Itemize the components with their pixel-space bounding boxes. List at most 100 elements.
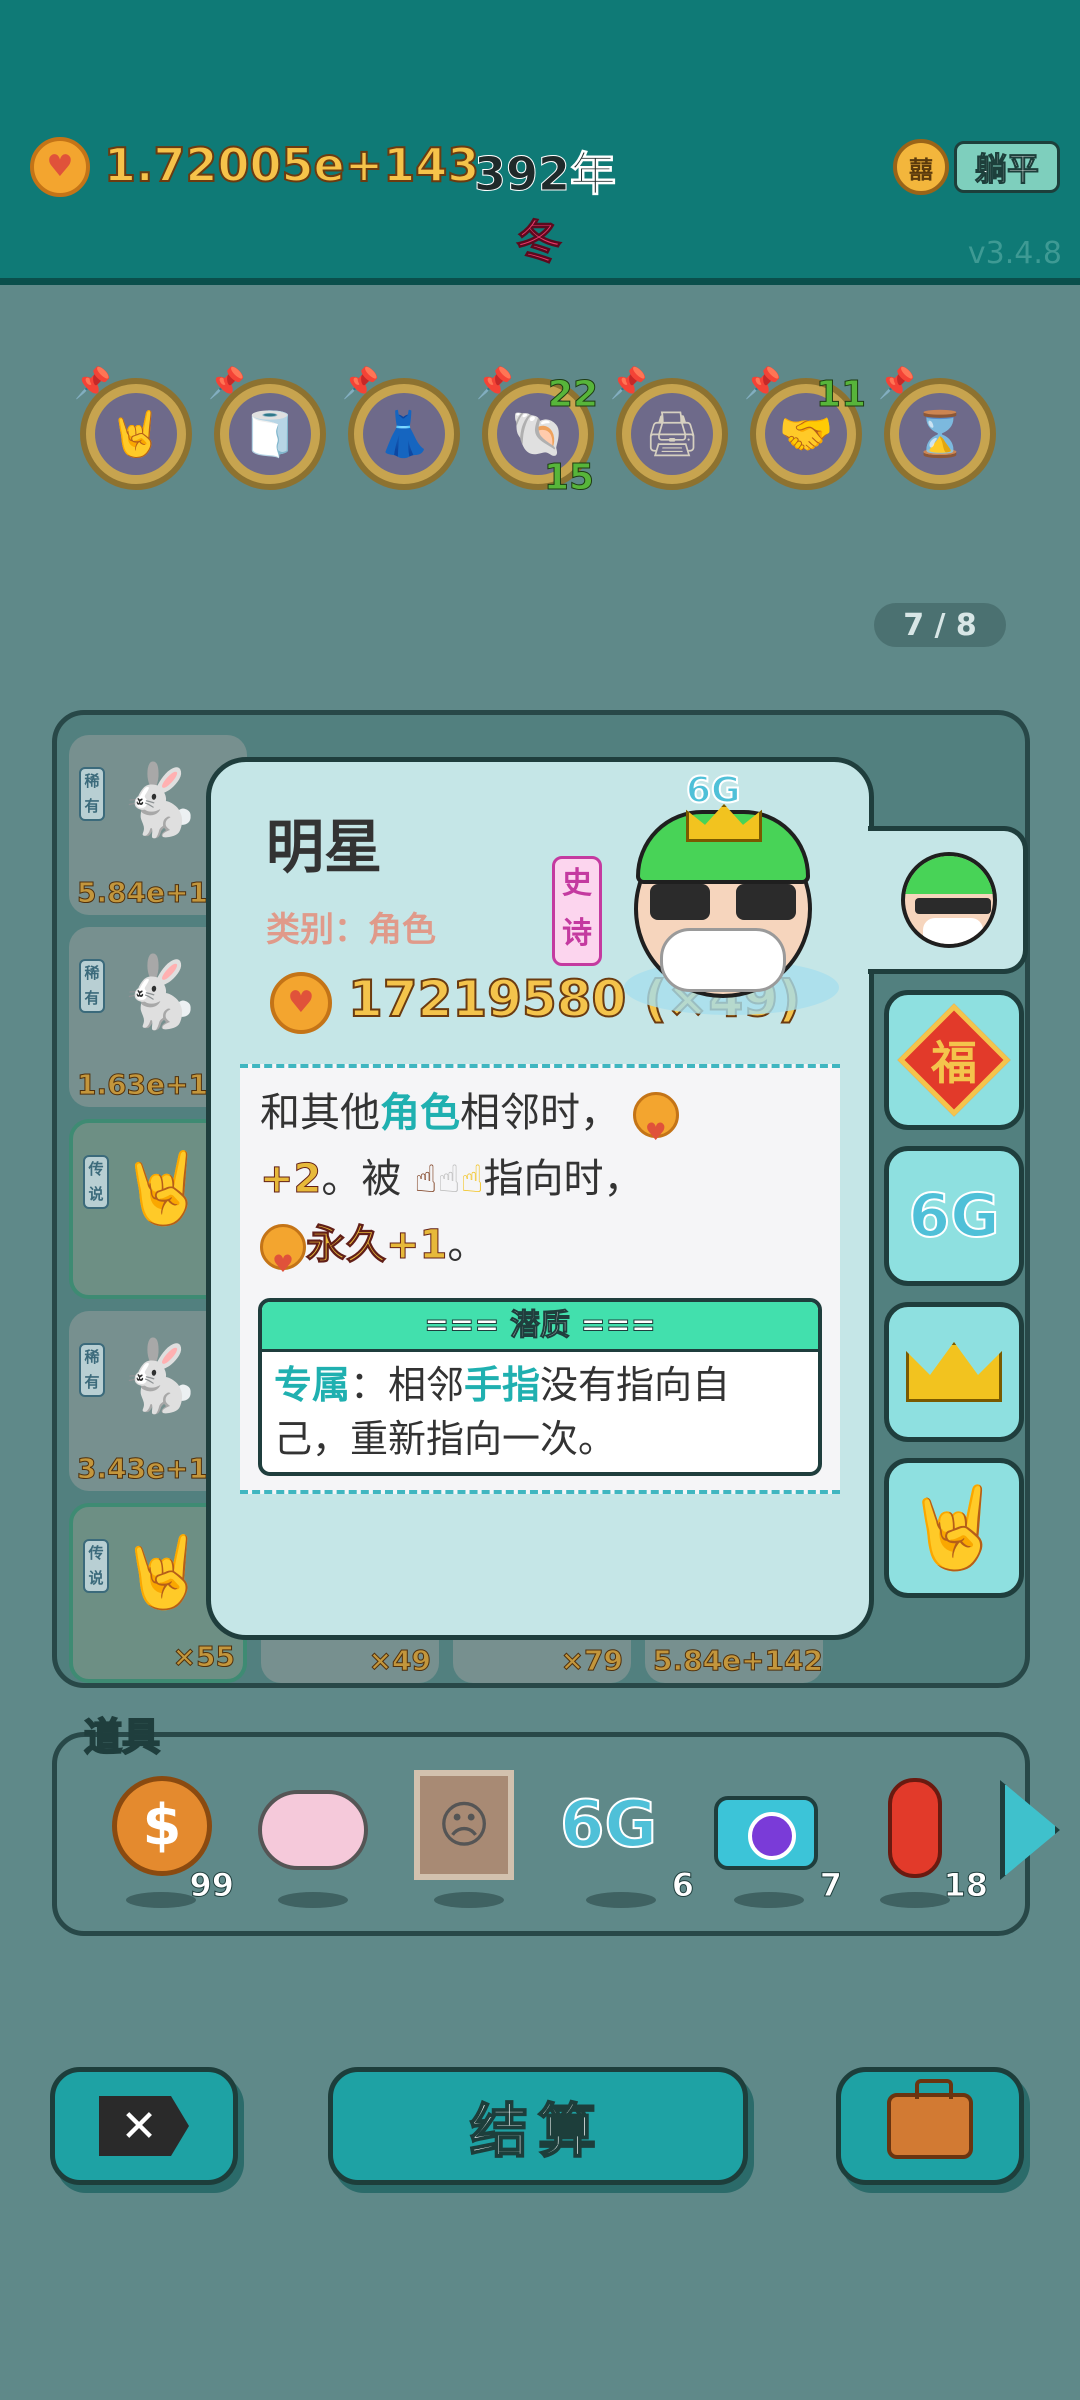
relic-rock-hand[interactable]: 📌 🤘 <box>74 366 192 490</box>
season-label: 冬 <box>516 215 563 270</box>
rock-hand-icon: 🤘 <box>95 393 177 475</box>
character-name: 明星 <box>266 813 383 881</box>
coin-total: 1.72005e+143 <box>103 137 480 193</box>
dollar-coin-icon: $ <box>112 1776 212 1876</box>
tab-6g[interactable]: 6G <box>884 1146 1024 1286</box>
pin-icon: 📌 <box>878 366 916 401</box>
description-text: 和其他角色相邻时， +2。被 ☝☝☝指向时，永久+1。 <box>259 1080 820 1297</box>
item-count: 6 <box>671 1866 694 1905</box>
items-label: 道具 <box>83 1714 161 1760</box>
bonus-value: +2 <box>259 1156 322 1203</box>
relic-counter-top: 22 <box>547 374 598 416</box>
printer-icon: 🖨 <box>631 393 713 475</box>
character-portrait-icon <box>901 852 997 948</box>
rarity-badge: 史诗 <box>552 856 602 966</box>
pointing-finger-brown-icon: ☝ <box>414 1157 438 1201</box>
discard-icon: ✕ <box>99 2096 189 2156</box>
relic-shell[interactable]: 📌 🐚 22 15 <box>476 366 599 499</box>
item-6g[interactable]: 6G 6 <box>559 1770 695 1908</box>
keyword-character: 角色 <box>380 1090 460 1136</box>
pin-icon: 📌 <box>208 366 246 401</box>
version-label: v3.4.8 <box>967 236 1062 271</box>
settle-button[interactable]: 结算 <box>328 2067 748 2185</box>
relic-time-poster[interactable]: 📌 ⌛ <box>878 366 996 490</box>
bag-button[interactable] <box>836 2067 1024 2185</box>
trait-text: 专属：相邻手指没有指向自己，重新指向一次。 <box>274 1363 731 1461</box>
item-chili-pepper[interactable]: 18 <box>860 1770 988 1908</box>
framed-portrait-icon: ☹ <box>414 1770 514 1880</box>
rarity-tag: 传说 <box>83 1155 109 1209</box>
crown-icon <box>906 1342 1002 1402</box>
coin-icon <box>270 972 332 1034</box>
tab-fu-charm[interactable]: 福 <box>884 990 1024 1130</box>
permanent-bonus: 永久+1 <box>305 1222 448 1269</box>
rabbit-icon: 🐇 <box>115 759 203 841</box>
relic-counter-top: 11 <box>815 374 866 416</box>
item-dollar-coin[interactable]: $ 99 <box>106 1770 234 1908</box>
relic-printer[interactable]: 📌 🖨 <box>610 366 728 490</box>
tab-character-portrait[interactable] <box>874 836 1024 964</box>
discard-button[interactable]: ✕ <box>50 2067 238 2185</box>
6g-icon: 6G <box>559 1787 658 1863</box>
settle-label: 结算 <box>469 2096 606 2166</box>
camera-icon <box>714 1796 818 1870</box>
rarity-tag: 稀有 <box>79 959 105 1013</box>
rarity-tag: 传说 <box>83 1539 109 1593</box>
rarity-tag: 稀有 <box>79 1343 105 1397</box>
trait-header: === 潜质 === <box>262 1302 818 1352</box>
pointing-hand-icon: 🤘 <box>904 1481 1004 1574</box>
6g-icon: 6G <box>908 1180 1001 1252</box>
relic-handshake[interactable]: 📌 🤝 11 <box>744 366 867 490</box>
relic-skirt[interactable]: 📌 👗 <box>342 366 460 490</box>
pin-icon: 📌 <box>74 366 112 401</box>
pin-icon: 📌 <box>744 366 782 401</box>
items-next-arrow-icon[interactable] <box>1000 1780 1060 1880</box>
rabbit-icon: 🐇 <box>115 1335 203 1417</box>
item-count: 18 <box>943 1866 989 1905</box>
seal-icon[interactable]: 囍 <box>893 139 949 195</box>
pin-icon: 📌 <box>610 366 648 401</box>
briefcase-icon <box>887 2079 973 2159</box>
6g-badge: 6G <box>685 769 742 812</box>
lie-flat-button[interactable]: 躺平 <box>954 141 1060 193</box>
relic-tissue-box[interactable]: 📌 🧻 <box>208 366 326 490</box>
piggy-bank-icon <box>258 1790 368 1870</box>
skirt-icon: 👗 <box>363 393 445 475</box>
cell-value: 5.84e+142 <box>653 1644 824 1678</box>
coin-icon <box>632 1092 679 1165</box>
sunglasses-icon <box>650 884 796 920</box>
rabbit-icon: 🐇 <box>115 951 203 1033</box>
cell-value: ×79 <box>560 1644 623 1678</box>
pin-icon: 📌 <box>476 366 514 401</box>
relic-counter-bottom: 15 <box>543 457 594 499</box>
character-category: 类别：角色 <box>266 910 436 950</box>
page-indicator: 7 / 8 <box>874 603 1006 647</box>
coin-icon <box>260 1224 306 1297</box>
item-camera[interactable]: 7 <box>714 1770 843 1908</box>
top-bar-divider <box>0 278 1080 285</box>
character-portrait: 6G <box>614 769 844 1020</box>
pointing-finger-yellow-icon: ☝ <box>460 1157 484 1201</box>
crowned-hand-icon: 🤘 <box>119 1531 207 1613</box>
cell-value: ×55 <box>172 1640 235 1674</box>
rarity-tag: 稀有 <box>79 767 105 821</box>
tab-crown[interactable] <box>884 1302 1024 1442</box>
tab-pointing-hand[interactable]: 🤘 <box>884 1458 1024 1598</box>
year-label: 392年 <box>473 147 617 202</box>
cell-value: 1.63e+1 <box>76 1068 209 1102</box>
pointing-finger-white-icon: ☝ <box>437 1157 461 1201</box>
item-piggy-bank[interactable] <box>258 1770 368 1908</box>
pin-icon: 📌 <box>342 366 380 401</box>
chili-pepper-icon <box>888 1778 942 1878</box>
crowned-hand-icon: 🤘 <box>119 1147 207 1229</box>
time-poster-icon: ⌛ <box>899 393 981 475</box>
item-count: 7 <box>819 1866 842 1905</box>
fu-charm-icon: 福 <box>897 1003 1011 1117</box>
item-count: 99 <box>189 1866 235 1905</box>
tissue-box-icon: 🧻 <box>229 393 311 475</box>
cell-value: ×49 <box>368 1644 431 1678</box>
trait-box: === 潜质 === 专属：相邻手指没有指向自己，重新指向一次。 <box>258 1298 822 1476</box>
face-mask-icon <box>660 928 786 992</box>
item-framed-portrait[interactable]: ☹ <box>414 1770 524 1908</box>
cell-value: 5.84e+1 <box>76 876 209 910</box>
